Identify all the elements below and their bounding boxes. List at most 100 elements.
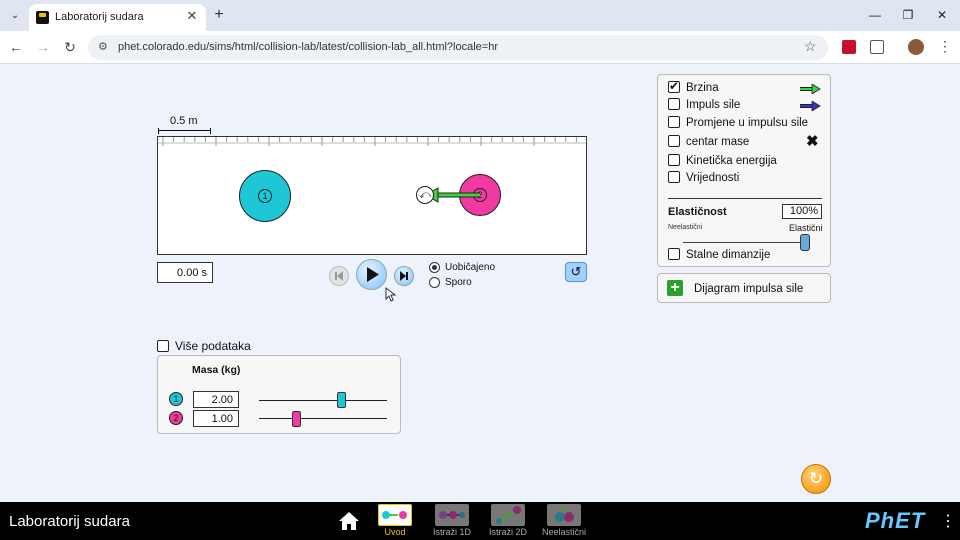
home-icon[interactable] [338,511,360,531]
phet-favicon-icon [36,11,49,24]
speed-slow-option[interactable]: Sporo [429,277,472,288]
back-icon[interactable]: ← [7,38,25,56]
mass-1-input[interactable]: 2.00 [193,391,239,408]
mass-title: Masa (kg) [192,364,241,376]
forward-icon[interactable]: → [34,38,52,56]
speed-normal-label: Uobičajeno [445,262,496,274]
momentum-change-checkbox[interactable] [668,116,680,128]
mass-panel: Masa (kg) 1 2.00 2 1.00 [157,355,401,434]
impulse-diagram-button[interactable]: + Dijagram impulsa sile [657,273,831,303]
explore-2d-thumbnail-icon [491,504,525,526]
profile-avatar[interactable] [908,39,924,55]
reload-icon[interactable]: ↻ [61,38,79,56]
elasticity-min-label: Neelastični [668,224,703,231]
phet-navbar: Laboratorij sudara Uvod Istraži 1D Istra… [0,502,960,540]
kinetic-energy-checkbox[interactable] [668,154,680,166]
checkbox-more-data[interactable]: Više podataka [157,339,251,353]
values-label: Vrijednosti [686,172,740,184]
scale-bar [158,128,211,134]
velocity-handle[interactable]: ⤺ [416,186,434,204]
center-of-mass-checkbox[interactable] [668,135,680,147]
momentum-checkbox[interactable] [668,98,680,110]
explore-1d-thumbnail-icon [435,504,469,526]
checkbox-center-of-mass[interactable]: centar mase [668,135,749,148]
play-button[interactable] [356,259,387,290]
arena-ruler [158,137,586,146]
elasticity-slider-thumb[interactable] [800,234,810,251]
tab-close-icon[interactable]: ✕ [184,8,200,24]
phet-menu-icon[interactable]: ⋮ [940,511,956,531]
close-window-icon[interactable]: ✕ [931,6,953,24]
mass-2-input[interactable]: 1.00 [193,410,239,427]
simulation-area: 0.5 m 1 2 ⤺ 0.00 s Uobičajeno Sporo ↺ ✔B… [0,65,960,502]
tab-title: Laboratorij sudara [55,11,144,23]
screen-tab-inelastic[interactable]: Neelastični [540,504,588,540]
checkbox-momentum[interactable]: Impuls sile [668,98,740,111]
ball-1-badge: 1 [169,392,183,406]
speed-normal-radio[interactable] [429,262,440,273]
ball-2[interactable]: 2 [459,174,501,216]
site-settings-icon[interactable]: ⚙ [98,40,112,54]
checkbox-kinetic-energy[interactable]: Kinetička energija [668,154,777,167]
extension-icon[interactable] [842,40,856,54]
extensions-puzzle-icon[interactable] [870,40,884,54]
restore-icon[interactable]: ❐ [897,6,919,24]
speed-slow-label: Sporo [445,277,472,289]
mass-2-slider-track[interactable] [259,418,387,419]
address-bar[interactable]: ⚙ phet.colorado.edu/sims/html/collision-… [88,35,828,60]
step-forward-icon [400,271,408,281]
speed-normal-option[interactable]: Uobičajeno [429,262,495,273]
mass-2-slider-thumb[interactable] [292,411,302,427]
center-of-mass-label: centar mase [686,136,750,148]
step-back-button[interactable] [329,266,349,286]
ball-1-label: 1 [258,189,272,203]
velocity-label: Brzina [686,82,719,94]
speed-slow-radio[interactable] [429,277,440,288]
screen-label-intro: Uvod [384,527,406,537]
restart-icon: ↺ [570,264,582,279]
reset-all-icon: ↻ [808,469,824,488]
checkbox-velocity[interactable]: Brzina [668,79,719,94]
ball-2-label: 2 [473,188,487,202]
mass-1-slider-thumb[interactable] [337,392,347,408]
intro-thumbnail-icon [378,504,412,526]
elasticity-value: 100% [782,204,822,219]
browser-tab[interactable]: Laboratorij sudara ✕ [29,4,206,31]
phet-logo[interactable]: PhET [865,508,925,534]
new-tab-icon[interactable]: + [210,6,228,24]
elasticity-slider-track[interactable] [683,242,805,243]
more-data-checkbox[interactable] [157,340,169,352]
panel-divider [668,198,822,199]
screen-tab-explore-1d[interactable]: Istraži 1D [428,504,476,540]
mass-1-slider-track[interactable] [259,400,387,401]
checkbox-momentum-change[interactable]: Promjene u impulsu sile [668,116,808,129]
visibility-panel: Brzina Impuls sile Promjene u impulsu si… [657,74,831,267]
screen-tab-explore-2d[interactable]: Istraži 2D [484,504,532,540]
step-forward-button[interactable] [394,266,414,286]
browser-toolbar: ← → ↻ ⚙ phet.colorado.edu/sims/html/coll… [0,31,960,64]
screen-tab-intro[interactable]: Uvod [371,504,419,540]
reset-all-button[interactable]: ↻ [801,464,831,494]
elasticity-max-label: Elastični [789,223,823,233]
momentum-label: Impuls sile [686,99,741,111]
checkbox-constant-size[interactable]: Stalne dimanzije [668,248,770,261]
browser-menu-icon[interactable]: ⋮ [938,38,952,55]
momentum-change-label: Promjene u impulsu sile [686,117,809,129]
velocity-checkbox[interactable] [668,79,680,93]
x-mark-icon: ✖ [806,133,819,150]
play-icon [367,267,379,282]
constant-size-label: Stalne dimanzije [686,249,771,261]
checkbox-values[interactable]: Vrijednosti [668,171,739,184]
tab-search-icon[interactable]: ⌄ [6,7,24,25]
ball-1[interactable]: 1 [239,170,291,222]
time-display: 0.00 s [157,262,213,283]
restart-button[interactable]: ↺ [565,262,587,282]
collision-arena[interactable]: 1 2 ⤺ [157,136,587,255]
blue-arrow-icon [800,101,821,111]
browser-tab-strip: ⌄ Laboratorij sudara ✕ + — ❐ ✕ [0,0,960,31]
values-checkbox[interactable] [668,171,680,183]
sim-title: Laboratorij sudara [9,513,130,530]
minimize-icon[interactable]: — [864,6,886,24]
bookmark-star-icon[interactable]: ☆ [804,38,817,55]
constant-size-checkbox[interactable] [668,248,680,260]
